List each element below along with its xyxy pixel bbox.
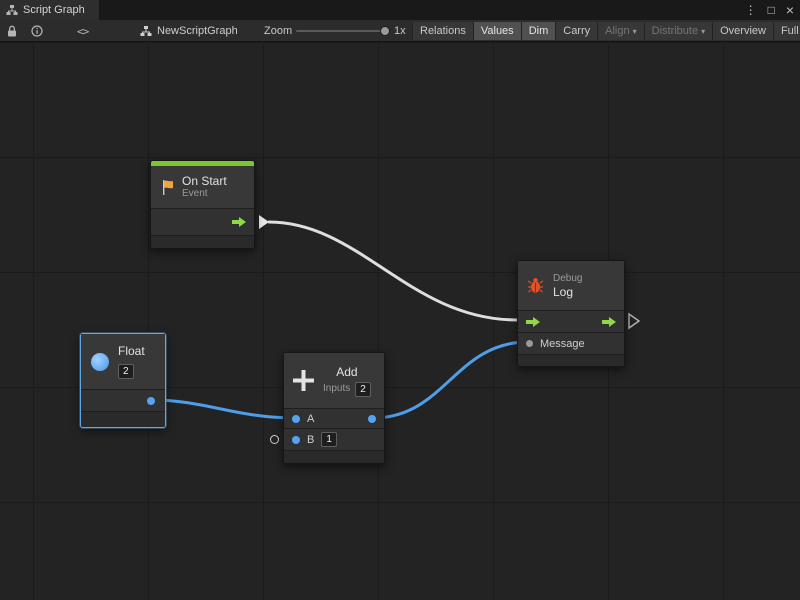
node-float[interactable]: Float 2 <box>80 333 166 428</box>
flow-output-port[interactable] <box>232 217 246 227</box>
wire-onstart-to-debuglog[interactable] <box>269 222 517 320</box>
values-button[interactable]: Values <box>473 22 521 40</box>
toolbar-buttons: Relations Values Dim Carry Align ▾ Distr… <box>412 20 800 42</box>
node-footer <box>81 412 165 427</box>
wire-layer <box>0 42 800 600</box>
graph-toolbar: <> NewScriptGraph Zoom 1x Relations Valu… <box>0 20 800 42</box>
script-graph-window: Script Graph ⋮ □ × <> <box>0 0 800 600</box>
chevron-down-icon: ▾ <box>633 23 637 40</box>
menu-icon[interactable]: ⋮ <box>745 0 757 20</box>
port-label-a: A <box>307 413 314 425</box>
plus-icon <box>293 370 314 391</box>
zoom-slider-knob[interactable] <box>380 26 390 36</box>
wire-add-to-debuglog[interactable] <box>373 342 528 418</box>
chevron-down-icon: ▾ <box>701 23 705 40</box>
node-add[interactable]: Add Inputs 2 A B 1 <box>283 352 385 464</box>
node-subtitle: Event <box>182 188 227 200</box>
graph-icon <box>6 5 18 15</box>
maximize-icon[interactable]: □ <box>768 0 775 20</box>
close-icon[interactable]: × <box>786 0 794 20</box>
node-title: On Start <box>182 174 227 188</box>
unconnected-flow-arrowhead[interactable] <box>629 314 639 328</box>
node-on-start[interactable]: On Start Event <box>150 160 255 249</box>
node-footer <box>151 236 254 248</box>
flow-output-arrowhead[interactable] <box>259 215 269 229</box>
dim-button[interactable]: Dim <box>521 22 556 40</box>
graph-canvas[interactable]: On Start Event <box>0 42 800 600</box>
node-title: Log <box>553 285 582 299</box>
zoom-slider[interactable] <box>296 20 388 42</box>
port-b-value-field[interactable]: 1 <box>321 432 337 447</box>
graph-name-breadcrumb[interactable]: NewScriptGraph <box>140 20 238 42</box>
node-footer <box>284 451 384 463</box>
zoom-slider-track[interactable] <box>296 30 388 32</box>
port-b-input[interactable] <box>292 436 300 444</box>
port-label-message: Message <box>540 338 585 350</box>
zoom-value: 1x <box>394 20 406 42</box>
info-icon[interactable] <box>31 20 43 42</box>
unconnected-port[interactable] <box>270 435 279 444</box>
align-dropdown[interactable]: Align ▾ <box>597 22 643 40</box>
node-class: Debug <box>553 273 582 285</box>
inputs-label: Inputs <box>323 383 350 395</box>
float-output-port[interactable] <box>147 397 155 405</box>
overview-button[interactable]: Overview <box>712 22 773 40</box>
fullscreen-button[interactable]: Full S <box>773 22 800 40</box>
port-label-b: B <box>307 434 314 446</box>
distribute-dropdown[interactable]: Distribute ▾ <box>644 22 712 40</box>
message-input-port[interactable] <box>526 340 533 347</box>
port-a-input[interactable] <box>292 415 300 423</box>
code-icon[interactable]: <> <box>77 20 88 42</box>
node-title: Float <box>118 344 145 358</box>
window-controls: ⋮ □ × <box>745 0 794 20</box>
node-footer <box>518 355 624 366</box>
bug-icon <box>527 277 544 294</box>
flow-input-port[interactable] <box>526 317 540 327</box>
float-value-field[interactable]: 2 <box>118 364 134 379</box>
add-output-port[interactable] <box>368 415 376 423</box>
tab-title: Script Graph <box>23 4 85 16</box>
tab-script-graph[interactable]: Script Graph <box>0 0 99 20</box>
carry-button[interactable]: Carry <box>555 22 597 40</box>
lock-icon[interactable] <box>7 20 17 42</box>
inputs-count-field[interactable]: 2 <box>355 382 371 397</box>
relations-button[interactable]: Relations <box>412 22 473 40</box>
node-debug-log[interactable]: Debug Log Message <box>517 260 625 367</box>
wire-float-to-add[interactable] <box>152 400 296 418</box>
float-icon <box>91 353 109 371</box>
zoom-label: Zoom <box>264 20 292 42</box>
node-title: Add <box>336 365 357 379</box>
flag-icon <box>160 179 174 196</box>
tab-bar: Script Graph ⋮ □ × <box>0 0 800 20</box>
flow-output-port[interactable] <box>602 317 616 327</box>
graph-name-label: NewScriptGraph <box>157 25 238 37</box>
graph-icon <box>140 26 152 36</box>
